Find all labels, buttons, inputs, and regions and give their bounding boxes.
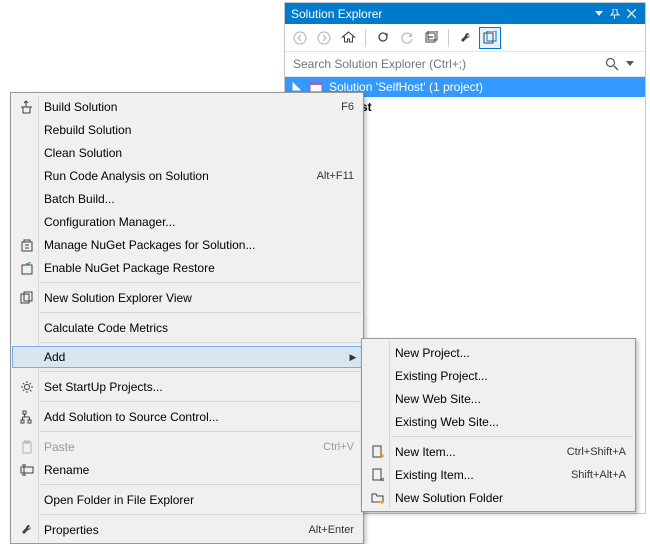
- menu-add[interactable]: Add ▶: [12, 346, 362, 368]
- back-icon[interactable]: [289, 27, 311, 49]
- menu-enable-nuget-restore[interactable]: Enable NuGet Package Restore: [12, 256, 362, 279]
- existing-item-icon: [367, 467, 389, 483]
- submenu-new-solution-folder[interactable]: New Solution Folder: [363, 486, 634, 509]
- submenu-new-project[interactable]: New Project...: [363, 341, 634, 364]
- menu-add-to-source-control[interactable]: Add Solution to Source Control...: [12, 405, 362, 428]
- expand-icon[interactable]: [291, 82, 303, 92]
- pin-icon[interactable]: [607, 6, 623, 22]
- submenu-arrow-icon: ▶: [345, 352, 361, 363]
- dropdown-icon[interactable]: [591, 6, 607, 22]
- menu-manage-nuget[interactable]: Manage NuGet Packages for Solution...: [12, 233, 362, 256]
- new-item-icon: [367, 444, 389, 460]
- refresh-icon[interactable]: [396, 27, 418, 49]
- search-icon[interactable]: [603, 57, 621, 71]
- add-submenu: New Project... Existing Project... New W…: [361, 338, 636, 512]
- menu-paste: Paste Ctrl+V: [12, 435, 362, 458]
- paste-icon: [16, 439, 38, 455]
- home-icon[interactable]: [337, 27, 359, 49]
- menu-clean-solution[interactable]: Clean Solution: [12, 141, 362, 164]
- panel-title-text: Solution Explorer: [291, 7, 382, 21]
- submenu-existing-web-site[interactable]: Existing Web Site...: [363, 410, 634, 433]
- collapse-all-icon[interactable]: [420, 27, 442, 49]
- menu-rename[interactable]: Rename: [12, 458, 362, 481]
- properties-icon[interactable]: [455, 27, 477, 49]
- menu-set-startup[interactable]: Set StartUp Projects...: [12, 375, 362, 398]
- submenu-new-item[interactable]: New Item... Ctrl+Shift+A: [363, 440, 634, 463]
- gear-icon: [16, 379, 38, 395]
- sync-icon[interactable]: [372, 27, 394, 49]
- menu-batch-build[interactable]: Batch Build...: [12, 187, 362, 210]
- nuget-icon: [16, 237, 38, 253]
- menu-open-in-explorer[interactable]: Open Folder in File Explorer: [12, 488, 362, 511]
- panel-titlebar: Solution Explorer: [285, 3, 645, 24]
- menu-configuration-manager[interactable]: Configuration Manager...: [12, 210, 362, 233]
- menu-new-solution-explorer-view[interactable]: New Solution Explorer View: [12, 286, 362, 309]
- search-input[interactable]: [291, 56, 603, 72]
- preview-icon[interactable]: [479, 27, 501, 49]
- menu-rebuild-solution[interactable]: Rebuild Solution: [12, 118, 362, 141]
- source-control-icon: [16, 409, 38, 425]
- menu-run-code-analysis[interactable]: Run Code Analysis on Solution Alt+F11: [12, 164, 362, 187]
- forward-icon[interactable]: [313, 27, 335, 49]
- search-bar[interactable]: [285, 52, 645, 77]
- rename-icon: [16, 462, 38, 478]
- search-dropdown-icon[interactable]: [621, 60, 639, 68]
- new-view-icon: [16, 290, 38, 306]
- submenu-existing-item[interactable]: Existing Item... Shift+Alt+A: [363, 463, 634, 486]
- menu-build-solution[interactable]: Build Solution F6: [12, 95, 362, 118]
- submenu-new-web-site[interactable]: New Web Site...: [363, 387, 634, 410]
- panel-toolbar: [285, 24, 645, 52]
- menu-properties[interactable]: Properties Alt+Enter: [12, 518, 362, 541]
- close-icon[interactable]: [623, 6, 639, 22]
- context-menu: Build Solution F6 Rebuild Solution Clean…: [10, 92, 364, 544]
- wrench-icon: [16, 522, 38, 538]
- submenu-existing-project[interactable]: Existing Project...: [363, 364, 634, 387]
- build-icon: [16, 99, 38, 115]
- nuget-restore-icon: [16, 260, 38, 276]
- menu-calculate-code-metrics[interactable]: Calculate Code Metrics: [12, 316, 362, 339]
- new-folder-icon: [367, 490, 389, 506]
